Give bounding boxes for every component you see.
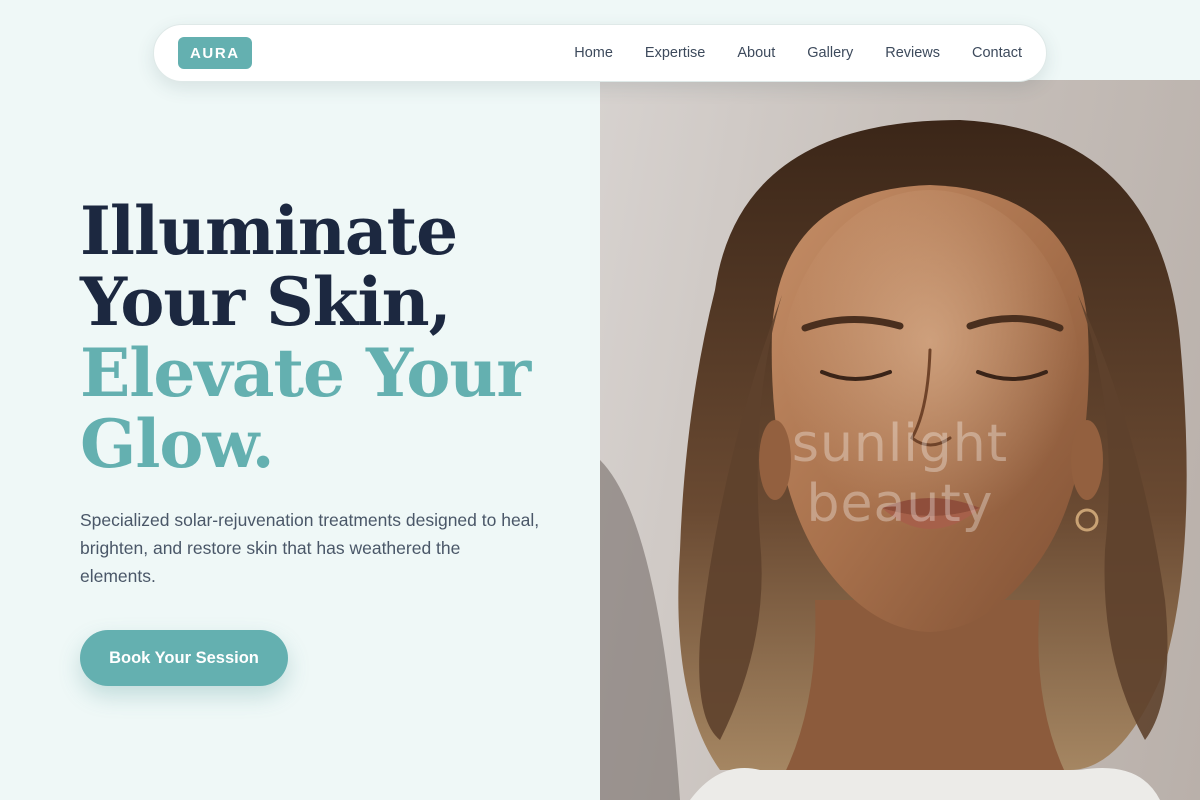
image-watermark: sunlight beauty bbox=[791, 414, 1009, 534]
nav-link-contact[interactable]: Contact bbox=[956, 45, 1022, 61]
nav-links: Home Expertise About Gallery Reviews Con… bbox=[558, 45, 1022, 61]
nav-link-home[interactable]: Home bbox=[558, 45, 629, 61]
headline-line-4: Glow. bbox=[80, 405, 275, 483]
headline-line-3: Elevate Your bbox=[80, 334, 531, 412]
hero-image: sunlight beauty bbox=[600, 80, 1200, 800]
brand-logo[interactable]: AURA bbox=[178, 37, 252, 69]
headline-line-1: Illuminate bbox=[80, 192, 458, 270]
hero-headline: Illuminate Your Skin, Elevate Your Glow. bbox=[80, 196, 580, 480]
book-session-button[interactable]: Book Your Session bbox=[80, 630, 288, 686]
headline-line-2: Your Skin, bbox=[80, 263, 452, 341]
hero-description: Specialized solar-rejuvenation treatment… bbox=[80, 510, 540, 586]
navbar: AURA Home Expertise About Gallery Review… bbox=[153, 24, 1047, 82]
nav-link-expertise[interactable]: Expertise bbox=[629, 45, 721, 61]
landing-page: AURA Home Expertise About Gallery Review… bbox=[0, 0, 1200, 800]
nav-link-reviews[interactable]: Reviews bbox=[869, 45, 956, 61]
nav-link-gallery[interactable]: Gallery bbox=[791, 45, 869, 61]
hero-text: Illuminate Your Skin, Elevate Your Glow. bbox=[80, 196, 580, 480]
nav-link-about[interactable]: About bbox=[721, 45, 791, 61]
